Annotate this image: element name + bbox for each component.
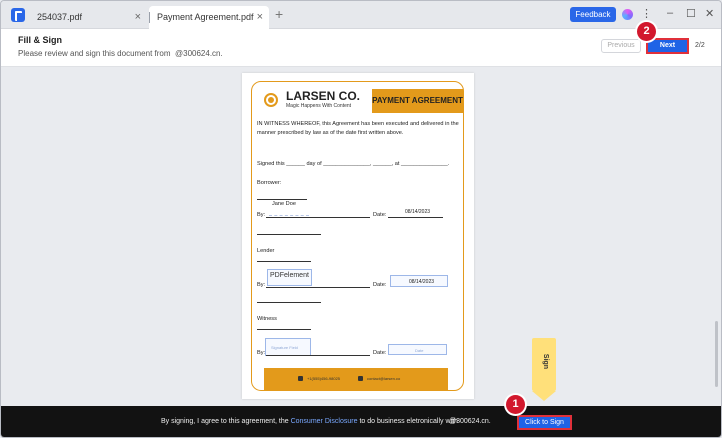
signature-hint	[269, 211, 309, 216]
lender-signature: PDFelement	[270, 272, 309, 279]
witness-label: Witness	[257, 316, 277, 322]
signature-placeholder: Signature Field	[271, 345, 298, 350]
previous-button[interactable]: Previous	[601, 39, 641, 53]
tab-divider	[149, 12, 150, 23]
feedback-button[interactable]: Feedback	[570, 7, 616, 22]
consent-text-end: to do business eletronically with	[357, 418, 458, 425]
lender-label: Lender	[257, 248, 275, 254]
next-button[interactable]: Next	[646, 38, 689, 54]
consent-text-start: By signing, I agree to this agreement, t…	[161, 418, 291, 425]
tab-payment-agreement[interactable]: Payment Agreement.pdf ×	[149, 6, 269, 29]
mail-icon	[358, 376, 363, 381]
date-label: Date:	[373, 350, 387, 356]
window-close-icon[interactable]: ✕	[705, 7, 714, 20]
signed-line: Signed this ______ day of ______________…	[257, 161, 450, 167]
sign-here-tab[interactable]: Sign	[532, 338, 556, 401]
sender-email: @300624.cn.	[175, 49, 223, 58]
separator-line	[257, 261, 311, 262]
company-tagline: Magic Happens With Content	[286, 103, 352, 109]
borrower-label: Borrower:	[257, 180, 282, 186]
separator-line	[257, 302, 321, 303]
app-window: 254037.pdf × Payment Agreement.pdf × + F…	[0, 0, 722, 438]
by-line	[266, 217, 370, 218]
lender-date: 08/14/2023	[409, 279, 435, 285]
date-line	[388, 217, 443, 218]
witness-paragraph: IN WITNESS WHEREOF, this Agreement has b…	[257, 121, 459, 136]
by-line	[266, 355, 370, 356]
consumer-disclosure-link[interactable]: Consumer Disclosure	[291, 418, 358, 425]
tab-254037[interactable]: 254037.pdf ×	[29, 6, 147, 29]
by-line	[266, 287, 370, 288]
separator-line	[257, 234, 321, 235]
page-counter: 2/2	[695, 42, 705, 49]
by-label: By:	[257, 212, 266, 218]
company-logo-icon	[264, 93, 278, 107]
date-placeholder: Date	[415, 348, 424, 353]
document-heading: PAYMENT AGREEMENT	[372, 89, 463, 113]
separator-line	[257, 329, 311, 330]
borrower-date[interactable]: 08/14/2023	[405, 209, 430, 215]
app-logo-icon	[11, 8, 25, 22]
close-icon[interactable]: ×	[135, 6, 141, 28]
document-page: LARSEN CO. Magic Happens With Content PA…	[242, 73, 474, 399]
ai-assistant-icon[interactable]	[622, 9, 633, 20]
minimize-icon[interactable]: –	[667, 7, 673, 19]
toolbar-subtitle: Please review and sign this document fro…	[18, 49, 171, 58]
tab-label: 254037.pdf	[37, 12, 83, 22]
date-label: Date:	[373, 282, 387, 288]
step-badge-2: 2	[637, 22, 656, 41]
witness-signature-field[interactable]: Signature Field	[265, 338, 311, 356]
fill-sign-toolbar: Fill & Sign Please review and sign this …	[1, 29, 721, 67]
signature-line	[257, 199, 307, 200]
tab-bar: 254037.pdf × Payment Agreement.pdf × + F…	[1, 1, 721, 29]
page-title: Fill & Sign	[18, 35, 62, 45]
company-name: LARSEN CO.	[286, 89, 361, 103]
new-tab-icon[interactable]: +	[275, 6, 283, 22]
consent-bar: By signing, I agree to this agreement, t…	[1, 406, 721, 437]
vertical-scrollbar[interactable]	[715, 321, 718, 387]
phone-icon	[298, 376, 303, 381]
step-badge-1: 1	[506, 395, 525, 414]
by-label: By:	[257, 282, 266, 288]
click-to-sign-button[interactable]: Click to Sign	[517, 415, 572, 430]
by-label: By:	[257, 350, 266, 356]
lender-date-field[interactable]: 08/14/2023	[390, 275, 448, 287]
footer-email: contact@larsen.co	[367, 376, 401, 381]
maximize-icon[interactable]: ☐	[686, 7, 696, 20]
date-label: Date:	[373, 212, 387, 218]
more-options-icon[interactable]: ⋮	[641, 7, 652, 21]
close-icon[interactable]: ×	[257, 6, 263, 28]
tab-label: Payment Agreement.pdf	[157, 12, 254, 22]
consent-text: By signing, I agree to this agreement, t…	[161, 418, 458, 425]
witness-date-field[interactable]: Date	[388, 344, 447, 355]
lender-signature-field[interactable]: PDFelement	[267, 269, 312, 286]
footer-phone: +1(555)456-98025	[307, 376, 341, 381]
document-footer: +1(555)456-98025 contact@larsen.co	[264, 368, 448, 390]
borrower-name: Jane Doe	[272, 201, 296, 207]
sign-tab-label: Sign	[542, 353, 550, 370]
consent-email: @300624.cn.	[449, 418, 491, 425]
